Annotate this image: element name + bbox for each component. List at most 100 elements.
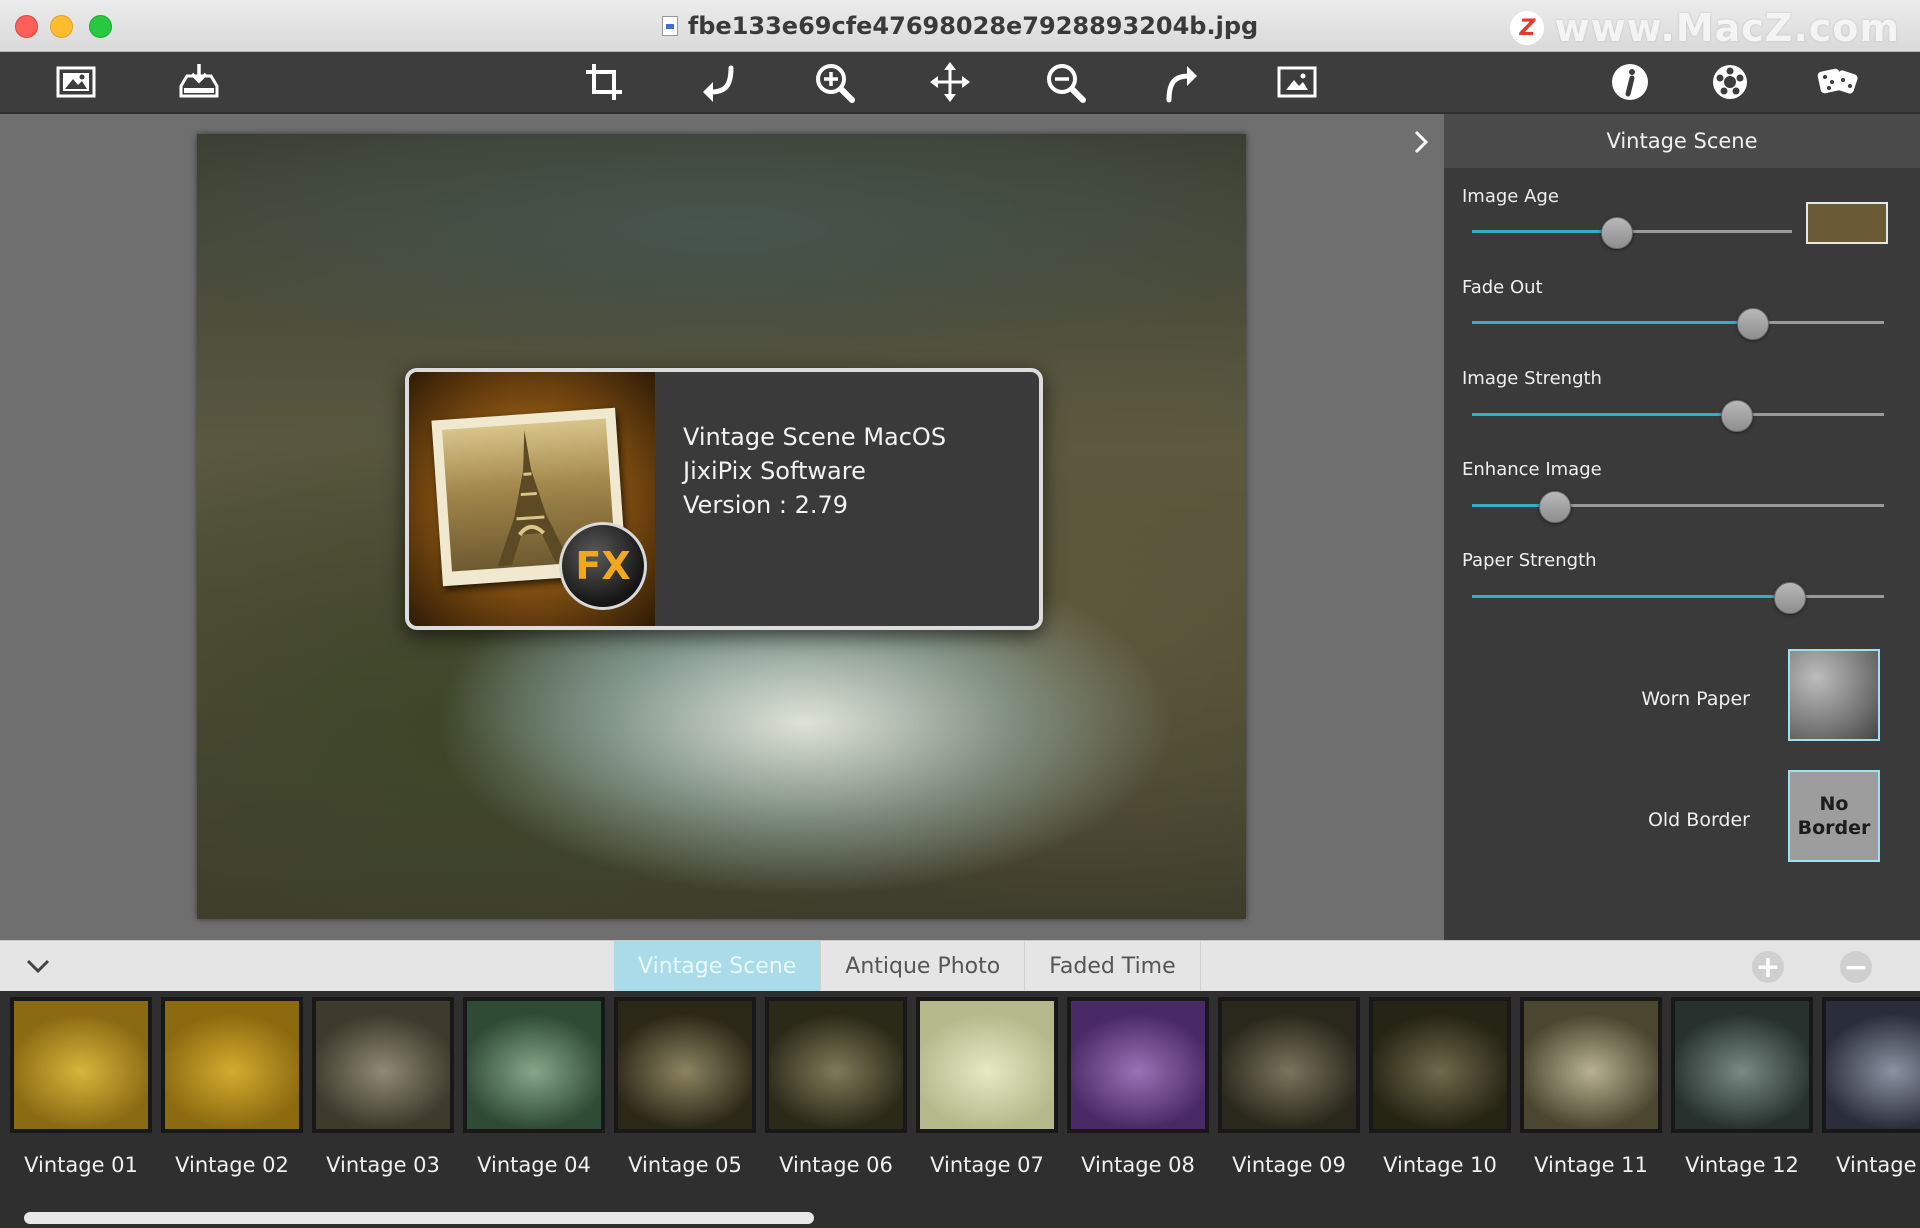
pan-icon (930, 62, 970, 102)
image-age-label: Image Age (1462, 186, 1559, 207)
fit-image-icon (1277, 66, 1317, 98)
settings-button[interactable] (1706, 58, 1754, 106)
rotate-right-icon (1166, 66, 1197, 103)
preset-thumbnail[interactable]: Vintage 03 (312, 997, 454, 1183)
worn-paper-label: Worn Paper (1641, 688, 1750, 710)
preset-thumbnail[interactable]: Vintage 08 (1067, 997, 1209, 1183)
old-border-selector[interactable]: No Border (1788, 770, 1880, 862)
panel-toggle-button[interactable] (1410, 128, 1432, 156)
about-text: Vintage Scene MacOS JixiPix Software Ver… (683, 420, 946, 522)
settings-panel: Vintage Scene Image Age Fade Out Image S… (1444, 114, 1920, 940)
preset-thumbnail[interactable]: Vintage 04 (463, 997, 605, 1183)
about-app-name: Vintage Scene MacOS (683, 423, 947, 451)
window-title: fbe133e69cfe47698028e7928893204b.jpg (687, 11, 1259, 40)
settings-icon (1713, 65, 1747, 99)
preset-label: Vintage 12 (1685, 1153, 1799, 1177)
info-icon (1612, 64, 1648, 100)
randomize-icon (1817, 68, 1858, 94)
enhance-image-slider[interactable] (1472, 491, 1884, 523)
chevron-down-icon (26, 959, 50, 974)
about-dialog[interactable]: FX Vintage Scene MacOS JixiPix Software … (405, 368, 1043, 630)
preset-label: Vintage 09 (1232, 1153, 1346, 1177)
preset-thumbnail[interactable]: Vintage 11 (1520, 997, 1662, 1183)
preset-thumbnail[interactable]: Vintage 01 (10, 997, 152, 1183)
preset-preview-image (312, 997, 454, 1133)
save-icon (179, 64, 219, 98)
preset-preview-image (1520, 997, 1662, 1133)
panel-title: Vintage Scene (1444, 114, 1920, 168)
info-button[interactable] (1606, 58, 1654, 106)
pan-button[interactable] (926, 58, 974, 106)
slider-knob[interactable] (1774, 582, 1807, 614)
watermark: Z www.MacZ.com (1510, 6, 1900, 50)
open-image-button[interactable] (52, 58, 100, 106)
randomize-button[interactable] (1814, 58, 1862, 106)
preset-label: Vintage 01 (24, 1153, 138, 1177)
fade-out-slider[interactable] (1472, 308, 1884, 340)
image-age-color-swatch[interactable] (1806, 202, 1888, 244)
crop-icon (586, 64, 622, 100)
worn-paper-selector[interactable] (1788, 649, 1880, 741)
preset-label: Vintage 07 (930, 1153, 1044, 1177)
preset-label: Vintage 08 (1081, 1153, 1195, 1177)
preset-label: Vintage 10 (1383, 1153, 1497, 1177)
crop-button[interactable] (580, 58, 628, 106)
preset-thumbnail[interactable]: Vintage 12 (1671, 997, 1813, 1183)
slider-knob[interactable] (1737, 308, 1770, 340)
zoom-in-button[interactable] (810, 58, 858, 106)
about-version: Version : 2.79 (683, 491, 849, 519)
fit-image-button[interactable] (1273, 58, 1321, 106)
slider-knob[interactable] (1601, 217, 1633, 249)
preset-label: Vintage 03 (326, 1153, 440, 1177)
preset-thumbnail[interactable]: Vintage 05 (614, 997, 756, 1183)
title-bar: fbe133e69cfe47698028e7928893204b.jpg Z w… (0, 0, 1920, 52)
rotate-left-icon (703, 65, 734, 102)
watermark-logo: Z (1510, 11, 1545, 45)
preset-preview-image (614, 997, 756, 1133)
preset-preview-image (1369, 997, 1511, 1133)
add-preset-button[interactable]: + (1752, 950, 1784, 985)
preset-thumbnail[interactable]: Vintage 13 (1822, 997, 1920, 1183)
app-logo: FX (409, 372, 655, 626)
preset-preview-image (1822, 997, 1920, 1133)
preset-label: Vintage 13 (1836, 1153, 1920, 1177)
preset-thumbnail[interactable]: Vintage 02 (161, 997, 303, 1183)
rotate-left-button[interactable] (695, 58, 743, 106)
slider-knob[interactable] (1539, 491, 1572, 523)
zoom-out-icon (1047, 64, 1086, 103)
preset-preview-image (463, 997, 605, 1133)
about-vendor: JixiPix Software (683, 457, 866, 485)
preset-thumbnail[interactable]: Vintage 10 (1369, 997, 1511, 1183)
toolbar (0, 52, 1920, 114)
preset-thumbnail[interactable]: Vintage 06 (765, 997, 907, 1183)
image-strength-slider[interactable] (1472, 400, 1884, 432)
paper-strength-slider[interactable] (1472, 582, 1884, 614)
fx-badge: FX (559, 522, 647, 610)
zoom-in-icon (816, 64, 855, 103)
horizontal-scrollbar[interactable] (24, 1212, 814, 1224)
tab-faded-time[interactable]: Faded Time (1025, 941, 1201, 991)
preset-preview-image (161, 997, 303, 1133)
preset-bar: Vintage Scene Antique Photo Faded Time +… (0, 940, 1920, 991)
preset-label: Vintage 06 (779, 1153, 893, 1177)
fade-out-label: Fade Out (1462, 277, 1543, 298)
collapse-presets-button[interactable] (24, 953, 52, 979)
rotate-right-button[interactable] (1157, 58, 1205, 106)
tab-antique-photo[interactable]: Antique Photo (821, 941, 1026, 991)
zoom-out-button[interactable] (1041, 58, 1089, 106)
preset-tabs: Vintage Scene Antique Photo Faded Time (614, 941, 1201, 991)
remove-preset-button[interactable]: − (1840, 950, 1872, 985)
slider-knob[interactable] (1720, 400, 1753, 432)
preset-preview-image (1218, 997, 1360, 1133)
image-age-slider[interactable] (1472, 217, 1792, 249)
preset-thumbnail-strip: Vintage 01 Vintage 02 Vintage 03 Vintage 04… (0, 991, 1920, 1228)
preset-thumbnail[interactable]: Vintage 09 (1218, 997, 1360, 1183)
enhance-image-label: Enhance Image (1462, 459, 1602, 480)
document-icon (661, 15, 678, 36)
tab-vintage-scene[interactable]: Vintage Scene (614, 941, 822, 991)
save-button[interactable] (175, 58, 223, 106)
preset-label: Vintage 02 (175, 1153, 289, 1177)
paper-strength-label: Paper Strength (1462, 550, 1597, 571)
old-border-label: Old Border (1647, 809, 1750, 831)
preset-thumbnail[interactable]: Vintage 07 (916, 997, 1058, 1183)
